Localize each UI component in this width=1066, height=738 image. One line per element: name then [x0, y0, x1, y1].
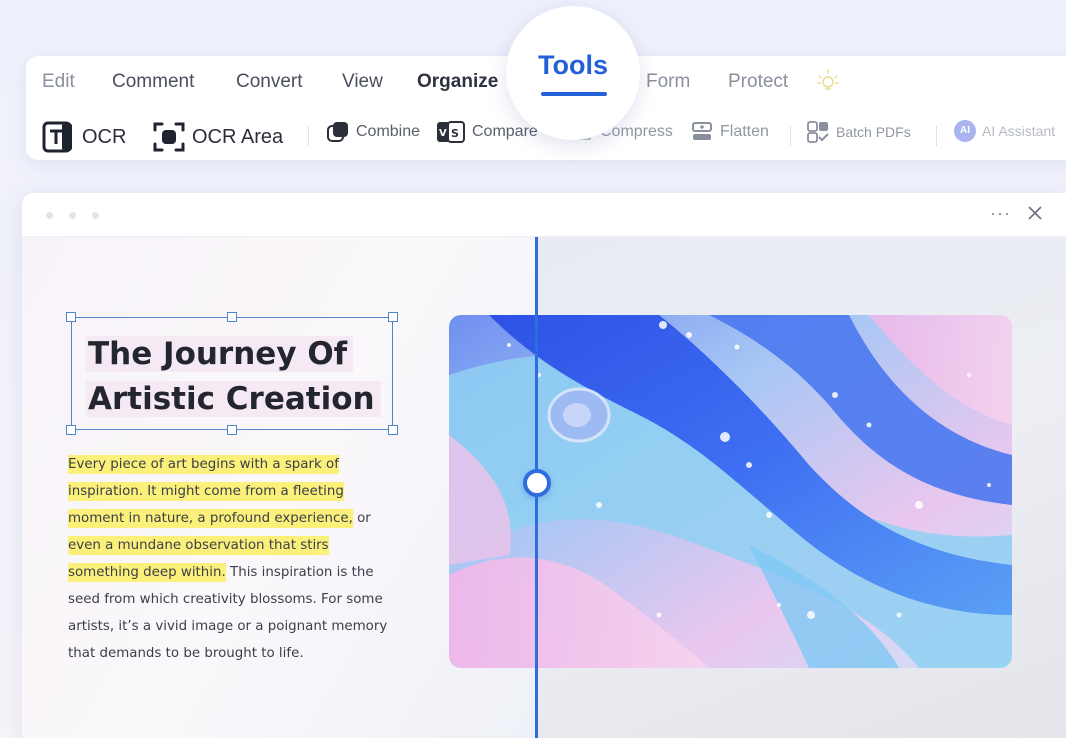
- highlighted-text: moment in nature, a profound experience,: [68, 509, 353, 528]
- ai-assistant-label: AI Assistant: [982, 123, 1056, 139]
- batch-pdfs-icon: [807, 121, 829, 143]
- svg-text:V: V: [439, 128, 447, 139]
- menu-comment[interactable]: Comment: [112, 71, 194, 93]
- window-dot: [69, 212, 76, 219]
- ocr-button[interactable]: OCR: [42, 120, 126, 154]
- paragraph-text: that demands to be brought to life.: [68, 646, 304, 661]
- compare-slider-handle[interactable]: [523, 469, 551, 497]
- window-titlebar: ···: [22, 193, 1066, 237]
- window-dot: [92, 212, 99, 219]
- resize-handle[interactable]: [388, 312, 398, 322]
- combine-icon: [327, 122, 348, 142]
- window-dot: [46, 212, 53, 219]
- menu-convert[interactable]: Convert: [236, 71, 303, 93]
- menu-protect[interactable]: Protect: [728, 71, 788, 93]
- active-tab-indicator: [541, 92, 607, 96]
- toolbar-divider: [790, 126, 791, 146]
- ocr-label: OCR: [82, 125, 127, 148]
- highlighted-text: even a mundane observation that stirs: [68, 536, 329, 555]
- toolbar-divider: [936, 126, 937, 146]
- menu-edit[interactable]: Edit: [42, 71, 75, 93]
- menu-view[interactable]: View: [342, 71, 383, 93]
- combine-button[interactable]: Combine: [326, 120, 420, 144]
- batch-pdfs-label: Batch PDFs: [836, 124, 911, 140]
- resize-handle[interactable]: [388, 425, 398, 435]
- ocr-icon: [42, 121, 72, 153]
- ocr-area-button[interactable]: OCR Area: [152, 120, 283, 154]
- ai-assistant-button[interactable]: AI AI Assistant: [954, 120, 1055, 142]
- document-canvas: The Journey Of Artistic Creation Every p…: [22, 237, 1066, 738]
- document-title: The Journey Of Artistic Creation: [86, 332, 386, 422]
- highlighted-text: Every piece of art begins with a spark o…: [68, 455, 339, 474]
- more-icon[interactable]: ···: [990, 203, 1011, 224]
- flatten-button[interactable]: Flatten: [690, 120, 769, 144]
- flatten-icon: [692, 122, 712, 140]
- compare-label: Compare: [472, 123, 538, 140]
- lightbulb-icon[interactable]: [816, 68, 840, 94]
- tab-tools-label: Tools: [538, 50, 608, 80]
- resize-handle[interactable]: [227, 425, 237, 435]
- resize-handle[interactable]: [66, 425, 76, 435]
- ocr-area-label: OCR Area: [192, 125, 284, 148]
- ai-assistant-icon: AI: [954, 120, 976, 142]
- paragraph-text: seed from which creativity blossoms. For…: [68, 592, 383, 607]
- resize-handle[interactable]: [227, 312, 237, 322]
- compare-button[interactable]: V S Compare: [436, 120, 538, 144]
- batch-pdfs-button[interactable]: Batch PDFs: [806, 120, 911, 144]
- paragraph-text: artists, it’s a vivid image or a poignan…: [68, 619, 388, 634]
- compare-icon: V S: [437, 121, 465, 143]
- title-selection-box[interactable]: The Journey Of Artistic Creation: [66, 312, 398, 435]
- tab-tools[interactable]: Tools: [506, 6, 640, 140]
- paragraph-text: or: [352, 511, 371, 526]
- combine-label: Combine: [356, 123, 421, 140]
- highlighted-text: inspiration. It might come from a fleeti…: [68, 482, 344, 501]
- paragraph-text: This inspiration is the: [225, 565, 374, 580]
- svg-text:S: S: [451, 127, 459, 140]
- highlighted-text: something deep within.: [68, 563, 226, 582]
- close-icon[interactable]: [1025, 203, 1045, 223]
- title-line-2: Artistic Creation: [86, 381, 381, 417]
- document-window: ··· The Journey Of Artistic Creation Eve…: [22, 193, 1066, 738]
- menu-form[interactable]: Form: [646, 71, 690, 93]
- menu-organize[interactable]: Organize: [417, 71, 498, 93]
- body-paragraph: Every piece of art begins with a spark o…: [68, 451, 413, 667]
- resize-handle[interactable]: [66, 312, 76, 322]
- ocr-area-icon: [153, 122, 185, 152]
- flatten-label: Flatten: [720, 123, 769, 140]
- toolbar-divider: [308, 126, 309, 146]
- title-line-1: The Journey Of: [86, 336, 354, 372]
